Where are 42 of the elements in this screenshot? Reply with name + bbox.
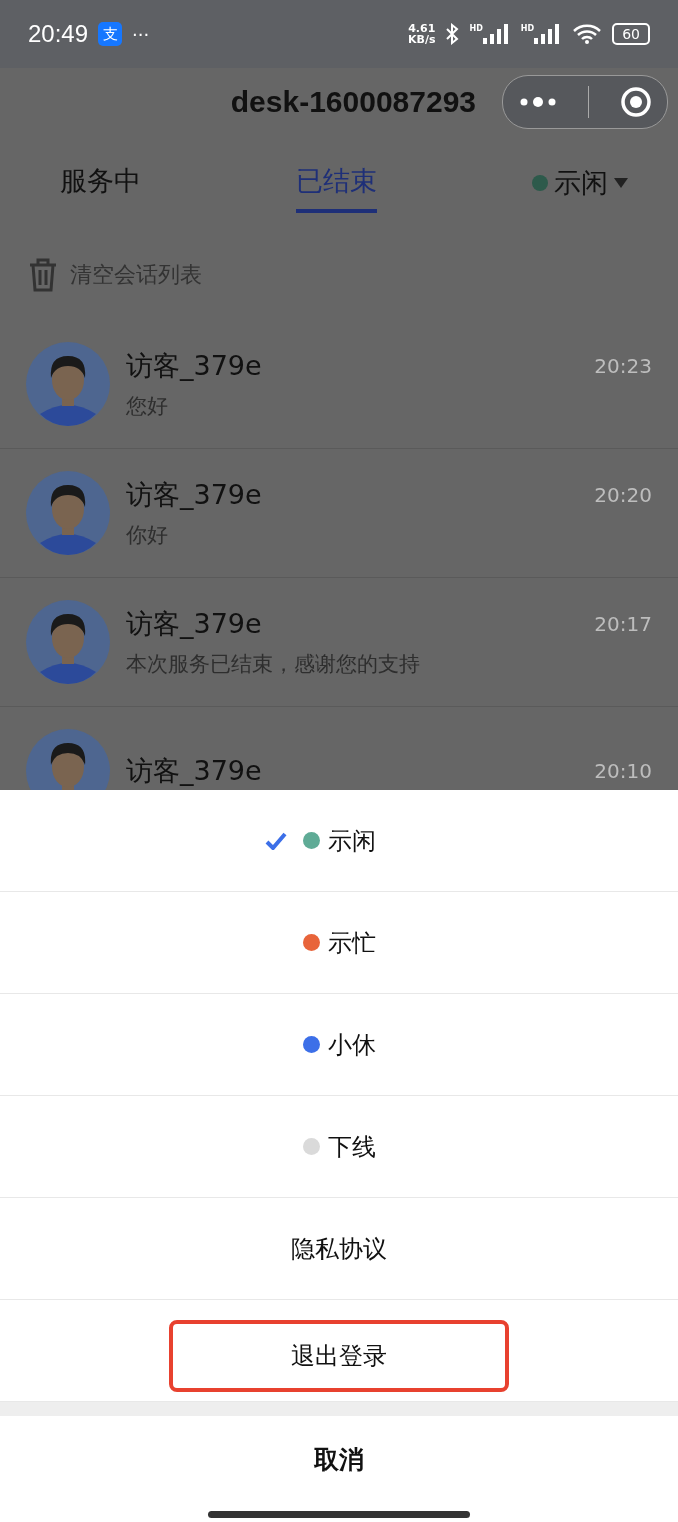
message-preview: 你好 <box>126 522 169 549</box>
status-label: 小休 <box>327 1029 376 1061</box>
logout-button[interactable]: 退出登录 <box>169 1319 509 1392</box>
message-preview: 本次服务已结束，感谢您的支持 <box>126 651 421 678</box>
battery-indicator: 60 <box>612 23 650 45</box>
session-row[interactable]: 访客_379e 20:20 你好 <box>0 449 678 578</box>
more-notifications: ··· <box>132 23 150 45</box>
signal-label: HD <box>520 24 535 33</box>
session-row[interactable]: 访客_379e 20:17 本次服务已结束，感谢您的支持 <box>0 578 678 707</box>
page-title: desk-1600087293 <box>230 84 476 119</box>
avatar-icon <box>26 471 110 555</box>
avatar-icon <box>26 600 110 684</box>
session-time: 20:17 <box>594 612 652 636</box>
avatar-icon <box>26 342 110 426</box>
session-time: 20:20 <box>594 483 652 507</box>
signal-icon <box>482 24 511 44</box>
status-dropdown[interactable]: 示闲 <box>532 164 628 201</box>
clock: 20:49 <box>28 20 89 48</box>
status-option[interactable]: 下线 <box>302 1130 376 1163</box>
app-badge: 支 <box>98 22 123 46</box>
visitor-name: 访客_379e <box>126 349 262 383</box>
session-time: 20:23 <box>594 354 652 378</box>
session-row[interactable]: 访客_379e 20:23 您好 <box>0 320 678 449</box>
bluetooth-icon <box>445 23 460 45</box>
visitor-name: 访客_379e <box>126 607 262 641</box>
privacy-link[interactable]: 隐私协议 <box>291 1232 387 1265</box>
message-preview: 您好 <box>126 393 169 420</box>
signal-label: HD <box>469 24 483 33</box>
caret-icon <box>614 177 628 188</box>
visitor-name: 访客_379e <box>126 754 262 788</box>
status-option[interactable]: 示忙 <box>302 926 376 959</box>
session-time: 20:10 <box>594 759 652 783</box>
status-label: 下线 <box>327 1131 376 1163</box>
tab[interactable]: 服务中 <box>60 152 141 213</box>
status-label: 示闲 <box>554 165 608 200</box>
network-speed: 4.61 KB/s <box>408 23 436 45</box>
status-label: 示忙 <box>327 927 376 959</box>
visitor-name: 访客_379e <box>126 478 262 512</box>
status-option[interactable]: 小休 <box>302 1028 376 1061</box>
close-icon[interactable] <box>619 85 652 118</box>
wifi-icon <box>572 23 603 45</box>
tab[interactable]: 已结束 <box>296 152 377 213</box>
